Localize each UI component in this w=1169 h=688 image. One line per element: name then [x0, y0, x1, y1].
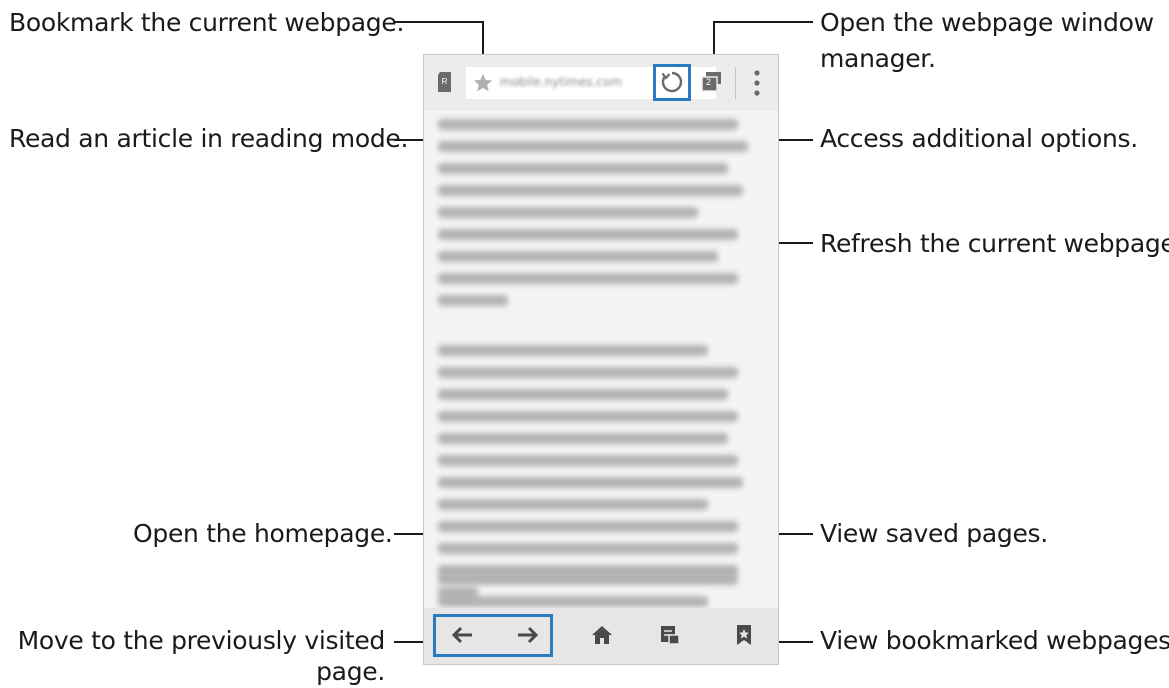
browser-toolbar: R mobile.nytimes.com 2 — [424, 55, 778, 111]
callout-bookmarks: View bookmarked webpages. — [820, 626, 1169, 655]
toolbar-divider — [735, 67, 736, 99]
callout-prev-page-2: page. — [316, 657, 385, 686]
callout-reading-mode: Read an article in reading mode. — [9, 124, 409, 153]
callout-window-manager-2: manager. — [820, 44, 936, 73]
callout-refresh: Refresh the current webpage. — [820, 229, 1169, 258]
callout-additional-options: Access additional options. — [820, 124, 1138, 153]
leader-window-h — [713, 21, 813, 23]
saved-pages-icon[interactable] — [659, 624, 681, 650]
browser-screen: R mobile.nytimes.com 2 — [423, 54, 779, 665]
browser-bottom-bar — [424, 608, 778, 664]
refresh-icon[interactable] — [660, 70, 684, 98]
callout-bookmark-current: Bookmark the current webpage. — [9, 8, 405, 37]
back-arrow-icon[interactable] — [451, 625, 473, 649]
leader-bookmark-h — [394, 21, 484, 23]
window-manager-icon[interactable]: 2 — [700, 71, 724, 97]
bookmark-star-icon[interactable] — [472, 72, 494, 98]
callout-window-manager-1: Open the webpage window — [820, 8, 1154, 37]
reading-mode-icon[interactable]: R — [436, 71, 454, 97]
callout-homepage: Open the homepage. — [133, 519, 393, 548]
svg-text:R: R — [442, 77, 448, 86]
callout-prev-page-1: Move to the previously visited — [17, 626, 386, 655]
callout-saved-pages: View saved pages. — [820, 519, 1048, 548]
tab-count: 2 — [706, 77, 712, 87]
article-content — [424, 111, 778, 611]
more-options-icon[interactable] — [753, 69, 761, 101]
forward-arrow-icon[interactable] — [517, 625, 539, 649]
home-icon[interactable] — [591, 624, 613, 650]
url-text: mobile.nytimes.com — [500, 75, 623, 89]
bookmarks-icon[interactable] — [735, 624, 753, 650]
